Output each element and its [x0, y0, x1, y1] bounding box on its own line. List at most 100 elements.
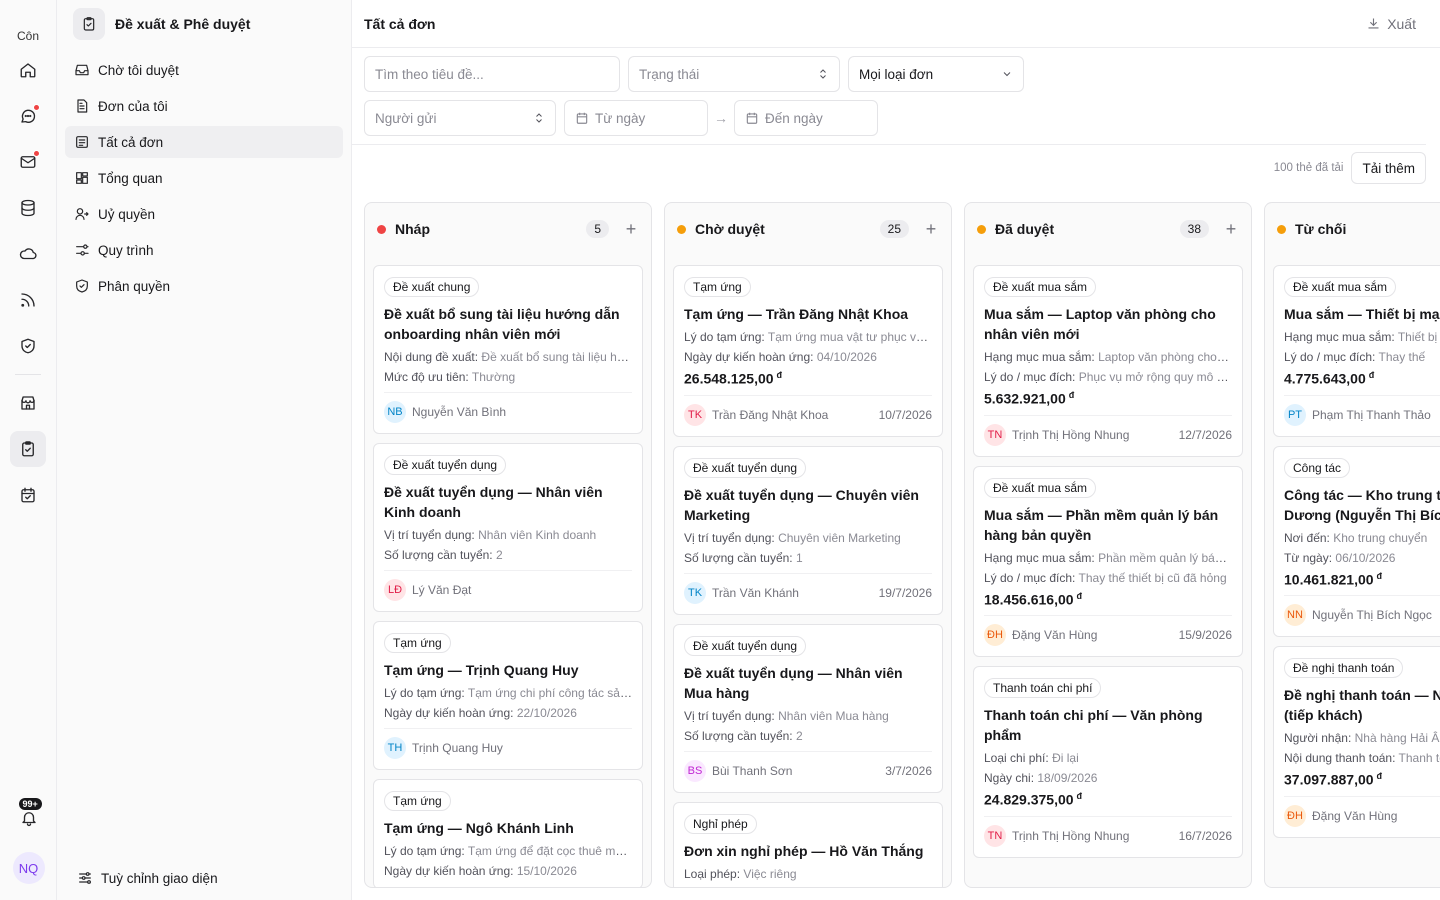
- sender-select-value: Người gửi: [375, 110, 437, 126]
- chevron-up-down-icon: [536, 113, 542, 123]
- requester-name: Trịnh Thị Hồng Nhung: [1012, 427, 1130, 442]
- field-value: Nhà hàng Hải Âu: [1354, 731, 1440, 746]
- request-field: Vị trí tuyển dụng: Nhân viên Mua hàng: [684, 709, 932, 723]
- requester-name: Trần Văn Khánh: [712, 585, 799, 600]
- request-field: Lý do tạm ứng: Tạm ứng mua vật tư phục v…: [684, 330, 932, 344]
- sidebar-item-overview[interactable]: Tổng quan: [65, 162, 343, 194]
- column-header: Nháp 5 +: [365, 203, 651, 255]
- to-date-picker[interactable]: Đến ngày: [734, 100, 878, 136]
- card-footer: TK Trần Văn Khánh 19/7/2026: [684, 572, 932, 604]
- rail-security-button[interactable]: [10, 328, 46, 364]
- rail-home-button[interactable]: [10, 52, 46, 88]
- column-header: Chờ duyệt 25 +: [665, 203, 951, 255]
- request-type-tag: Công tác: [1284, 457, 1351, 478]
- request-card[interactable]: Đề xuất mua sắm Mua sắm — Phần mềm quản …: [973, 465, 1243, 658]
- rail-calendar-button[interactable]: [10, 477, 46, 513]
- download-icon: [1368, 18, 1379, 29]
- card-list: Đề xuất mua sắm Mua sắm — Thiết bị mạng …: [1265, 255, 1440, 838]
- status-select[interactable]: Trạng thái: [628, 56, 840, 92]
- from-date-picker[interactable]: Từ ngày: [564, 100, 708, 136]
- request-card[interactable]: Đề xuất tuyển dụng Đề xuất tuyển dụng — …: [673, 445, 943, 615]
- request-field: Vị trí tuyển dụng: Nhân viên Kinh doanh: [384, 528, 632, 542]
- add-card-button[interactable]: +: [923, 219, 939, 240]
- field-label: Số lượng cần tuyển:: [684, 728, 793, 743]
- request-date: 19/7/2026: [878, 585, 932, 600]
- status-dot: [677, 224, 686, 234]
- request-title: Mua sắm — Phần mềm quản lý bán hàng bản …: [984, 506, 1219, 543]
- request-card[interactable]: Tạm ứng Tạm ứng — Trần Đăng Nhật Khoa Lý …: [673, 265, 943, 437]
- field-value: Tạm ứng mua vật tư phục vụ sản xuất: [767, 330, 932, 344]
- currency-symbol: đ: [1368, 370, 1375, 380]
- amount-value: 24.829.375,00: [984, 791, 1074, 808]
- currency-symbol: đ: [1076, 791, 1083, 802]
- request-card[interactable]: Tạm ứng Tạm ứng — Trịnh Quang Huy Lý do t…: [373, 621, 643, 770]
- rail-database-button[interactable]: [10, 190, 46, 226]
- customize-layout-button[interactable]: Tuỳ chỉnh giao diện: [77, 870, 218, 886]
- field-label: Ngày dự kiến hoàn ứng:: [384, 864, 514, 878]
- bell-icon: [21, 812, 36, 827]
- request-card[interactable]: Tạm ứng Tạm ứng — Ngô Khánh Linh Lý do tạ…: [373, 779, 643, 887]
- request-card[interactable]: Nghỉ phép Đơn xin nghỉ phép — Hồ Văn Thắ…: [673, 801, 943, 887]
- user-avatar[interactable]: NQ: [12, 852, 45, 884]
- sidebar-item-pending-my-approval[interactable]: Chờ tôi duyệt: [65, 54, 343, 86]
- rail-feed-button[interactable]: [10, 282, 46, 318]
- sidebar-item-delegation[interactable]: Uỷ quyền: [65, 198, 343, 230]
- kanban-column: Đã duyệt 38 + Đề xuất mua sắm Mua sắm — …: [964, 202, 1252, 888]
- currency-symbol: đ: [1076, 590, 1083, 601]
- field-value: 2: [495, 548, 503, 562]
- field-label: Lý do / mục đích:: [984, 370, 1076, 384]
- request-card[interactable]: Đề xuất tuyển dụng Đề xuất tuyển dụng — …: [673, 623, 943, 793]
- column-count-badge: 5: [586, 220, 609, 238]
- company-logo-text: Côn: [16, 29, 39, 42]
- date-range-arrow: →: [714, 110, 728, 126]
- request-card[interactable]: Đề xuất mua sắm Mua sắm — Thiết bị mạng …: [1273, 265, 1440, 437]
- request-card[interactable]: Đề nghị thanh toán Đề nghị thanh toán — …: [1273, 646, 1440, 838]
- notifications-button[interactable]: 99+: [11, 798, 47, 836]
- request-amount: 10.461.821,00 đ: [1284, 571, 1440, 588]
- requester-avatar: ĐH: [1284, 804, 1306, 827]
- sender-select[interactable]: Người gửi: [364, 100, 556, 136]
- search-input[interactable]: Tìm theo tiêu đề...: [364, 56, 620, 92]
- rail-approval-button[interactable]: [10, 431, 46, 467]
- card-footer: TH Trịnh Quang Huy: [384, 728, 632, 759]
- requester-avatar: TK: [684, 403, 706, 426]
- request-title: Tạm ứng — Trần Đăng Nhật Khoa: [684, 306, 909, 322]
- rail-chat-button[interactable]: [10, 98, 46, 134]
- company-logo[interactable]: Côn: [11, 8, 45, 42]
- status-select-value: Trạng thái: [639, 66, 700, 82]
- requester-avatar: LĐ: [384, 579, 406, 601]
- add-card-button[interactable]: +: [1223, 219, 1239, 240]
- field-label: Hạng mục mua sắm:: [984, 350, 1095, 364]
- request-card[interactable]: Đề xuất mua sắm Mua sắm — Laptop văn phò…: [973, 265, 1243, 457]
- requester-avatar: TH: [384, 737, 406, 759]
- field-label: Loại phép:: [684, 866, 741, 881]
- request-type-tag: Đề xuất mua sắm: [984, 477, 1097, 498]
- export-button[interactable]: Xuất: [1366, 16, 1416, 32]
- status-dot: [977, 224, 986, 234]
- request-card[interactable]: Đề xuất tuyển dụng Đề xuất tuyển dụng — …: [373, 443, 643, 612]
- rail-cloud-button[interactable]: [10, 236, 46, 272]
- sidebar-item-permissions[interactable]: Phân quyền: [65, 270, 343, 302]
- request-title: Mua sắm — Laptop văn phòng cho nhân viên…: [984, 306, 1216, 342]
- request-title: Tạm ứng — Ngô Khánh Linh: [384, 820, 574, 836]
- sidebar-item-workflow[interactable]: Quy trình: [65, 234, 343, 266]
- request-title: Công tác — Kho trung tâm Bình Dương (Ngu…: [1284, 486, 1440, 523]
- sidebar-item-label: Phân quyền: [98, 278, 171, 294]
- sidebar-item-all-requests[interactable]: Tất cả đơn: [65, 126, 343, 158]
- column-count-badge: 38: [1179, 220, 1209, 238]
- rail-mail-button[interactable]: [10, 144, 46, 180]
- request-card[interactable]: Thanh toán chi phí Thanh toán chi phí — …: [973, 666, 1243, 858]
- type-select[interactable]: Mọi loại đơn: [848, 56, 1024, 92]
- field-value: Chuyên viên Marketing: [778, 530, 901, 545]
- status-dot: [377, 224, 386, 234]
- load-more-button[interactable]: Tải thêm: [1351, 152, 1426, 184]
- add-card-button[interactable]: +: [623, 219, 639, 240]
- request-card[interactable]: Đề xuất chung Đề xuất bổ sung tài liệu h…: [373, 265, 643, 434]
- amount-value: 18.456.616,00: [984, 591, 1074, 608]
- rail-store-button[interactable]: [10, 385, 46, 421]
- requester-avatar: NB: [384, 401, 406, 423]
- rail-bottom: 99+ NQ: [0, 798, 57, 884]
- sidebar-item-my-requests[interactable]: Đơn của tôi: [65, 90, 343, 122]
- request-card[interactable]: Công tác Công tác — Kho trung tâm Bình D…: [1273, 445, 1440, 638]
- request-type-tag: Thanh toán chi phí: [984, 678, 1102, 699]
